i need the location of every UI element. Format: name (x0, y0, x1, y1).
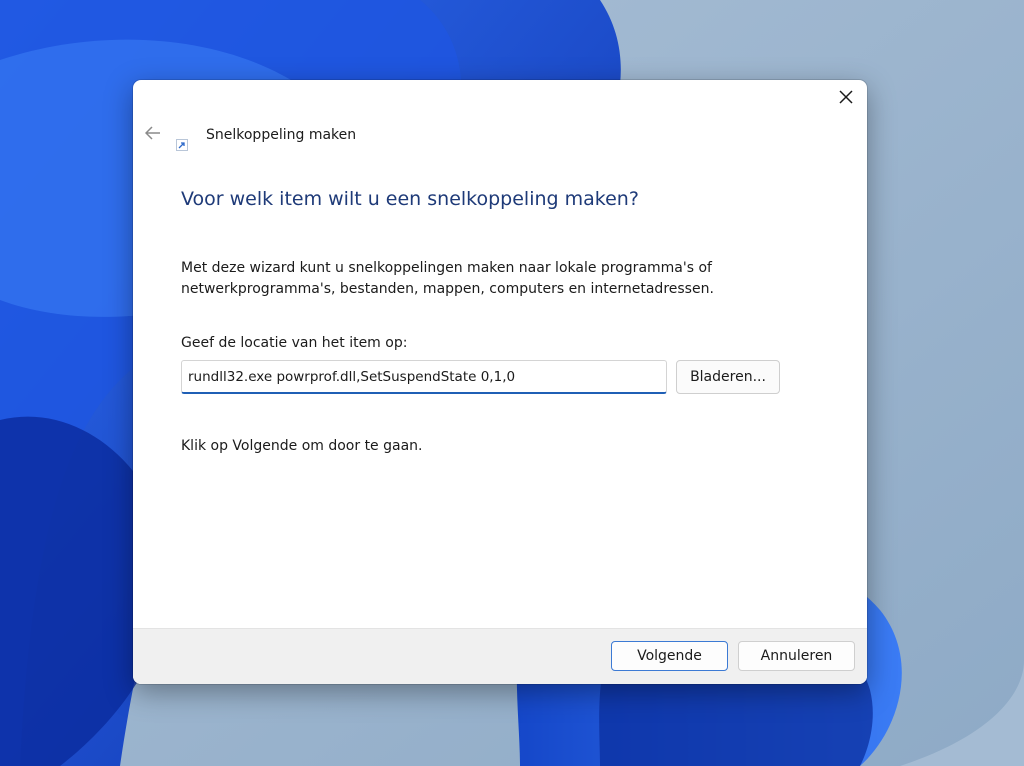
back-arrow-icon (144, 125, 161, 144)
wizard-description: Met deze wizard kunt u snelkoppelingen m… (181, 260, 714, 297)
back-button[interactable] (141, 122, 165, 146)
shortcut-icon (176, 136, 188, 151)
close-button[interactable] (831, 84, 861, 112)
location-label: Geef de locatie van het item op: (181, 335, 408, 351)
close-icon (839, 89, 853, 108)
page-heading: Voor welk item wilt u een snelkoppeling … (181, 188, 639, 210)
next-hint-text: Klik op Volgende om door te gaan. (181, 438, 423, 454)
dialog-footer: Volgende Annuleren (133, 628, 867, 684)
cancel-button[interactable]: Annuleren (738, 641, 855, 671)
wizard-title: Snelkoppeling maken (206, 127, 357, 143)
location-input[interactable] (181, 360, 667, 394)
next-button[interactable]: Volgende (611, 641, 728, 671)
browse-button[interactable]: Bladeren... (676, 360, 780, 394)
create-shortcut-dialog: Snelkoppeling maken Voor welk item wilt … (133, 80, 867, 684)
